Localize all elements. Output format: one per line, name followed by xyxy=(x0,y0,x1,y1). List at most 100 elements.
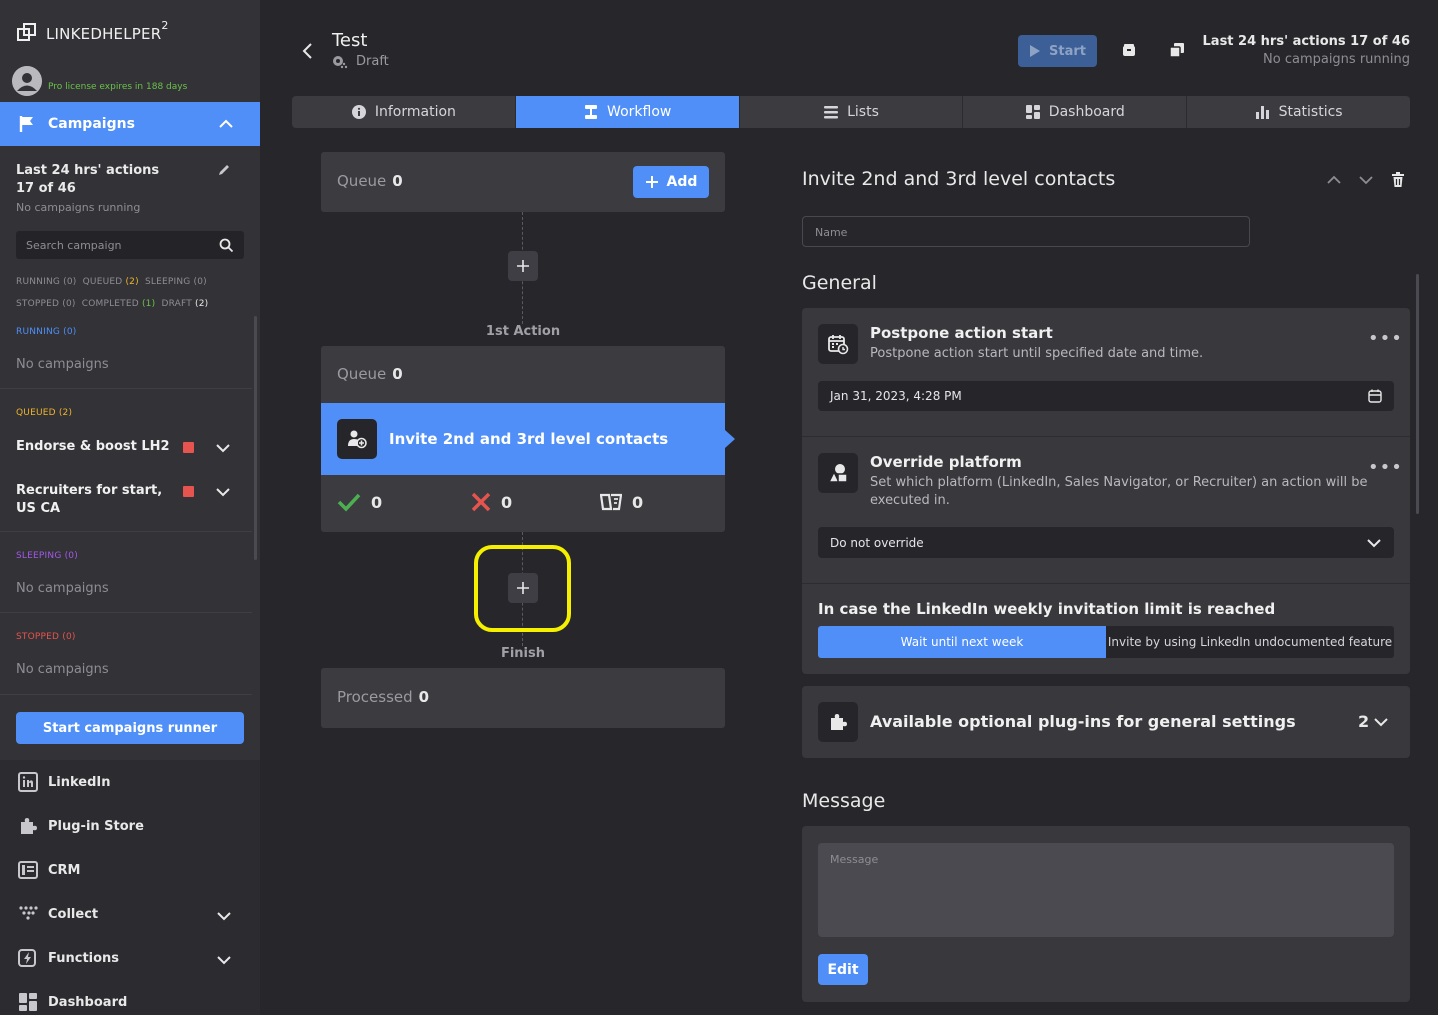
chevron-down-icon[interactable] xyxy=(216,908,232,924)
avatar[interactable] xyxy=(12,66,42,96)
sidebar: LINKEDHELPER2 Pro license expires in 188… xyxy=(0,0,260,1015)
postpone-description: Postpone action start until specified da… xyxy=(870,346,1204,361)
sidebar-item-campaigns[interactable]: Campaigns xyxy=(0,102,260,146)
sidebar-item-label: LinkedIn xyxy=(48,774,111,790)
puzzle-icon xyxy=(818,702,858,742)
sidebar-item-label: CRM xyxy=(48,862,81,878)
chevron-up-icon[interactable] xyxy=(1326,172,1342,188)
search-icon[interactable] xyxy=(219,238,234,253)
selected-arrow xyxy=(725,430,735,448)
success-count[interactable]: 0 xyxy=(337,492,382,512)
action-name-input[interactable]: Name xyxy=(802,216,1250,247)
chevron-down-icon xyxy=(1373,714,1389,730)
tab-label: Dashboard xyxy=(1048,104,1125,120)
tab-label: Lists xyxy=(847,104,879,120)
filter-queued[interactable]: QUEUED (2) xyxy=(83,277,139,287)
filter-sleeping[interactable]: SLEEPING (0) xyxy=(145,277,207,287)
sidebar-item-crm[interactable]: CRM xyxy=(18,860,81,880)
divider xyxy=(0,612,252,613)
actions-summary-header: Last 24 hrs' actions 17 of 46 No campaig… xyxy=(1203,33,1410,69)
lightning-icon xyxy=(18,948,38,968)
tab-lists[interactable]: Lists xyxy=(740,96,964,128)
edit-message-button[interactable]: Edit xyxy=(818,954,868,985)
sidebar-item-linkedin[interactable]: LinkedIn xyxy=(18,772,111,792)
option-wait-next-week[interactable]: Wait until next week xyxy=(818,626,1106,658)
app-logo[interactable]: LINKEDHELPER2 xyxy=(16,19,169,44)
add-step-button[interactable] xyxy=(508,251,538,281)
chevron-down-icon xyxy=(1366,535,1382,551)
workflow-icon xyxy=(583,104,599,120)
chevron-up-icon[interactable] xyxy=(218,116,234,132)
dashboard-icon xyxy=(18,992,38,1012)
more-options-icon[interactable]: ••• xyxy=(1368,328,1403,349)
plugins-count[interactable]: 2 xyxy=(1358,712,1389,731)
filter-completed[interactable]: COMPLETED (1) xyxy=(82,299,156,309)
sidebar-scrollbar[interactable] xyxy=(254,316,257,560)
limit-behavior-toggle: Wait until next week Invite by using Lin… xyxy=(818,626,1394,658)
sidebar-item-collect[interactable]: Collect xyxy=(18,904,231,924)
start-campaigns-runner-button[interactable]: Start campaigns runner xyxy=(16,712,244,744)
chevron-down-icon[interactable] xyxy=(215,484,231,500)
campaign-item-endorse[interactable]: Endorse & boost LH2 xyxy=(16,438,170,456)
running-empty: No campaigns xyxy=(16,357,109,372)
pencil-icon[interactable] xyxy=(217,163,231,177)
section-stopped: STOPPED (0) xyxy=(16,632,76,642)
divider xyxy=(0,694,252,695)
logo-icon xyxy=(16,22,38,44)
filter-running[interactable]: RUNNING (0) xyxy=(16,277,77,287)
sidebar-item-dashboard[interactable]: Dashboard xyxy=(18,992,127,1012)
highlight-ring xyxy=(474,545,571,632)
filter-stopped[interactable]: STOPPED (0) xyxy=(16,299,76,309)
stop-square-icon[interactable] xyxy=(183,442,194,453)
logo-text: LINKEDHELPER2 xyxy=(46,19,169,43)
more-options-icon[interactable]: ••• xyxy=(1368,457,1403,478)
postpone-date-input[interactable]: Jan 31, 2023, 4:28 PM xyxy=(818,381,1394,411)
failed-count[interactable]: 0 xyxy=(471,492,512,512)
date-value: Jan 31, 2023, 4:28 PM xyxy=(830,389,962,403)
chevron-down-icon[interactable] xyxy=(216,952,232,968)
chevron-down-icon[interactable] xyxy=(1358,172,1374,188)
duplicate-icon[interactable] xyxy=(1169,42,1185,58)
cross-icon xyxy=(471,492,491,512)
override-description: Set which platform (LinkedIn, Sales Navi… xyxy=(870,475,1368,508)
stop-square-icon[interactable] xyxy=(183,486,194,497)
start-button[interactable]: Start xyxy=(1018,35,1097,67)
plugins-title: Available optional plug-ins for general … xyxy=(870,712,1296,731)
tab-statistics[interactable]: Statistics xyxy=(1187,96,1410,128)
puzzle-icon xyxy=(18,816,38,836)
message-heading: Message xyxy=(802,790,886,812)
skipped-count[interactable]: 0 xyxy=(600,492,643,512)
processed-label: Processed 0 xyxy=(337,688,430,706)
bar-chart-icon xyxy=(1255,104,1271,120)
tab-dashboard[interactable]: Dashboard xyxy=(963,96,1188,128)
trash-icon[interactable] xyxy=(1391,172,1405,188)
start-label: Start xyxy=(1049,43,1086,59)
filter-draft[interactable]: DRAFT (2) xyxy=(161,299,208,309)
sidebar-item-plugin-store[interactable]: Plug-in Store xyxy=(18,816,144,836)
calendar-icon[interactable] xyxy=(1368,389,1382,403)
sidebar-item-label: Plug-in Store xyxy=(48,818,144,834)
tab-information[interactable]: Information xyxy=(292,96,516,128)
tab-workflow[interactable]: Workflow xyxy=(515,96,740,128)
tab-bar: Information Workflow Lists Dashboard Sta… xyxy=(292,96,1410,128)
sidebar-item-functions[interactable]: Functions xyxy=(18,948,231,968)
panel-scrollbar[interactable] xyxy=(1416,274,1419,514)
search-campaign-input[interactable]: Search campaign xyxy=(16,231,244,259)
info-icon xyxy=(351,104,367,120)
action-card-invite[interactable]: Invite 2nd and 3rd level contacts xyxy=(321,403,725,475)
message-textarea[interactable]: Message xyxy=(818,843,1394,937)
chevron-down-icon[interactable] xyxy=(215,440,231,456)
actions-summary: Last 24 hrs' actions 17 of 46 No campaig… xyxy=(16,162,159,217)
status-filters-row2: STOPPED (0) COMPLETED (1) DRAFT (2) xyxy=(16,299,208,309)
archive-icon[interactable] xyxy=(1121,42,1137,58)
general-heading: General xyxy=(802,272,877,294)
campaign-item-recruiters[interactable]: Recruiters for start, US CA xyxy=(16,482,162,518)
add-profiles-button[interactable]: Add xyxy=(633,166,709,198)
option-undocumented-feature[interactable]: Invite by using LinkedIn undocumented fe… xyxy=(1106,626,1394,658)
platform-select[interactable]: Do not override xyxy=(818,527,1394,558)
back-arrow-icon[interactable] xyxy=(300,42,316,60)
actions-count: Last 24 hrs' actions 17 of 46 xyxy=(1202,34,1410,49)
running-status: No campaigns running xyxy=(16,201,141,214)
shapes-icon xyxy=(818,453,858,493)
plugins-count-value: 2 xyxy=(1358,712,1370,731)
